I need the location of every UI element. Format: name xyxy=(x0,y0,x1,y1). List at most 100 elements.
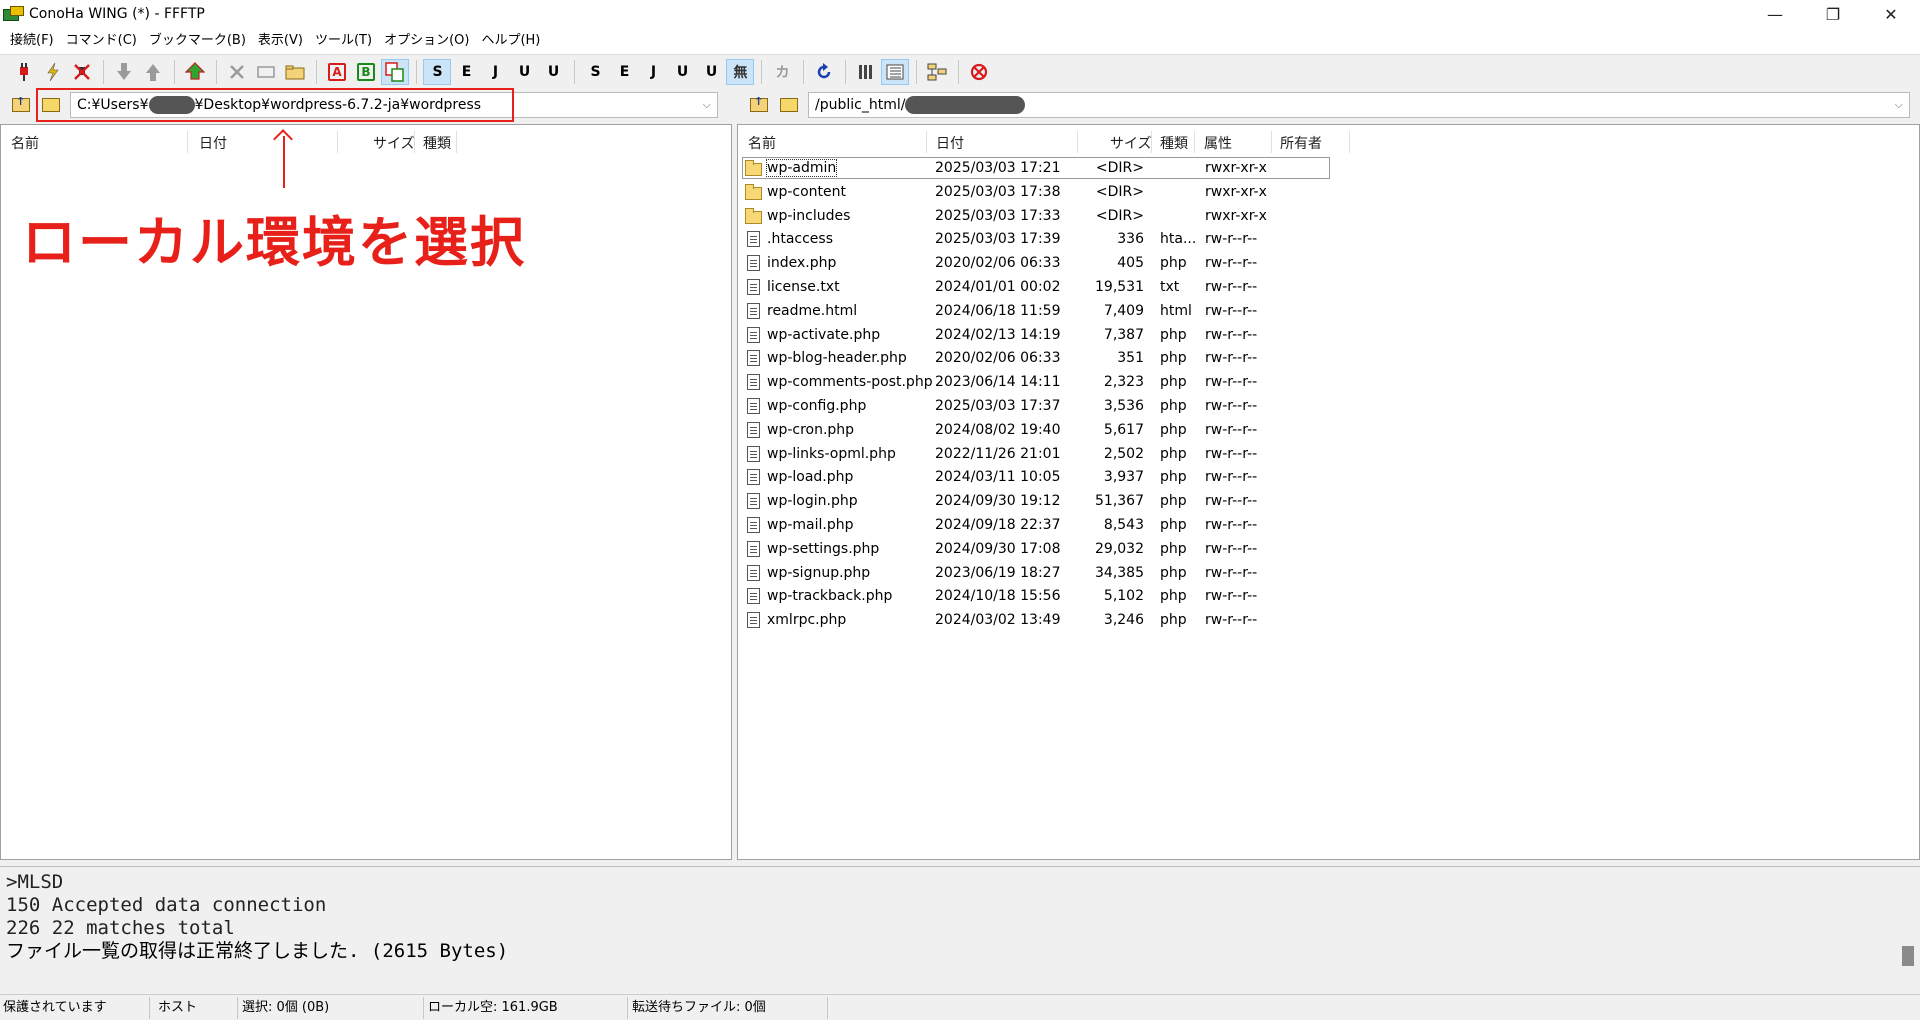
column-divider[interactable] xyxy=(1349,131,1350,153)
disconnect-button[interactable] xyxy=(68,59,96,85)
mirror-upload-button[interactable] xyxy=(181,59,209,85)
column-divider[interactable] xyxy=(926,131,927,153)
maximize-button[interactable]: ❐ xyxy=(1804,0,1862,28)
column-divider[interactable] xyxy=(1194,131,1195,153)
file-attr: rw-r--r-- xyxy=(1205,398,1258,414)
file-row[interactable]: wp-cron.php 2024/08/02 19:40 5,617 php rw-r-… xyxy=(738,419,1919,443)
remote-utf8-button[interactable]: U xyxy=(510,59,538,85)
log-line: 150 Accepted data connection xyxy=(6,894,327,916)
kana-convert-button[interactable]: カ xyxy=(768,59,796,85)
remote-jis-button[interactable]: J xyxy=(481,59,509,85)
file-row[interactable]: wp-admin 2025/03/03 17:21 <DIR> rwxr-xr-x xyxy=(738,157,1919,181)
column-divider[interactable] xyxy=(337,131,338,153)
log-scrollbar-thumb[interactable] xyxy=(1902,946,1914,966)
binary-mode-icon: B xyxy=(357,62,375,81)
local-col-size[interactable]: サイズ xyxy=(373,133,415,153)
column-divider[interactable] xyxy=(1271,131,1272,153)
file-row[interactable]: wp-links-opml.php 2022/11/26 21:01 2,502 ph… xyxy=(738,443,1919,467)
local-jis-button[interactable]: J xyxy=(639,59,667,85)
menu-bookmark[interactable]: ブックマーク(B) xyxy=(143,28,252,54)
close-button[interactable]: ✕ xyxy=(1862,0,1920,28)
upload-button[interactable] xyxy=(139,59,167,85)
local-col-name[interactable]: 名前 xyxy=(11,133,39,153)
local-utf8-button[interactable]: U xyxy=(668,59,696,85)
file-row[interactable]: wp-activate.php 2024/02/13 14:19 7,387 php r… xyxy=(738,324,1919,348)
local-parent-folder-button[interactable] xyxy=(8,93,34,117)
detail-view-button[interactable] xyxy=(881,58,909,85)
delete-button[interactable] xyxy=(223,59,251,85)
file-row[interactable]: wp-settings.php 2024/09/30 17:08 29,032 php… xyxy=(738,538,1919,562)
remote-col-name[interactable]: 名前 xyxy=(748,133,776,153)
column-divider[interactable] xyxy=(1151,131,1152,153)
local-euc-button[interactable]: E xyxy=(610,59,638,85)
column-divider[interactable] xyxy=(1077,131,1078,153)
file-row[interactable]: wp-login.php 2024/09/30 19:12 51,367 php rw-… xyxy=(738,490,1919,514)
mkdir-button[interactable] xyxy=(281,59,309,85)
local-sjis-button[interactable]: S xyxy=(581,59,609,85)
local-utf8bom-button[interactable]: U xyxy=(697,59,725,85)
file-attr: rw-r--r-- xyxy=(1205,469,1258,486)
file-row[interactable]: .htaccess 2025/03/03 17:39 336 hta... rw-r--… xyxy=(738,228,1919,252)
column-divider[interactable] xyxy=(456,131,457,153)
auto-mode-button[interactable] xyxy=(381,58,409,85)
remote-parent-folder-button[interactable] xyxy=(746,93,772,117)
remote-file-list[interactable]: 名前 日付 サイズ 種類 属性 所有者 wp-admin 2025/03/03 1… xyxy=(737,124,1920,860)
list-view-button[interactable] xyxy=(852,59,880,85)
file-row[interactable]: readme.html 2024/06/18 11:59 7,409 html rw-r… xyxy=(738,300,1919,324)
file-row[interactable]: wp-config.php 2025/03/03 17:37 3,536 php rw-… xyxy=(738,395,1919,419)
no-convert-icon: 無 xyxy=(733,64,748,81)
file-row[interactable]: wp-signup.php 2023/06/19 18:27 34,385 php rw… xyxy=(738,562,1919,586)
remote-col-type[interactable]: 種類 xyxy=(1160,133,1188,153)
binary-mode-button[interactable]: B xyxy=(352,59,380,85)
menu-help[interactable]: ヘルプ(H) xyxy=(475,28,546,54)
file-name: wp-settings.php xyxy=(767,540,880,557)
toolbar-separator xyxy=(174,59,175,84)
file-row[interactable]: license.txt 2024/01/01 00:02 19,531 txt rw-r… xyxy=(738,276,1919,300)
remote-col-attr[interactable]: 属性 xyxy=(1204,133,1232,153)
remote-col-date[interactable]: 日付 xyxy=(936,133,964,153)
remote-sjis-button[interactable]: S xyxy=(423,58,451,85)
file-name: wp-admin xyxy=(765,159,838,177)
menu-view[interactable]: 表示(V) xyxy=(252,28,309,54)
quick-connect-button[interactable] xyxy=(39,59,67,85)
log-panel[interactable]: >MLSD 150 Accepted data connection 226 2… xyxy=(0,866,1920,988)
menu-tools[interactable]: ツール(T) xyxy=(309,28,378,54)
remote-utf8bom-button[interactable]: U xyxy=(539,59,567,85)
menu-connect[interactable]: 接続(F) xyxy=(4,28,60,54)
file-row[interactable]: index.php 2020/02/06 06:33 405 php rw-r--r-- xyxy=(738,252,1919,276)
local-col-type[interactable]: 種類 xyxy=(423,133,451,153)
download-button[interactable] xyxy=(110,59,138,85)
remote-col-owner[interactable]: 所有者 xyxy=(1280,133,1322,153)
directory-sync-button[interactable] xyxy=(923,59,951,85)
file-row[interactable]: xmlrpc.php 2024/03/02 13:49 3,246 php rw-r--… xyxy=(738,609,1919,633)
file-attr: rw-r--r-- xyxy=(1205,421,1258,438)
ascii-mode-button[interactable]: A xyxy=(323,59,351,85)
log-line: ファイル一覧の取得は正常終了しました. (2615 Bytes) xyxy=(6,940,509,962)
column-divider[interactable] xyxy=(414,131,415,153)
file-row[interactable]: wp-includes 2025/03/03 17:33 <DIR> rwxr-xr-… xyxy=(738,205,1919,229)
chevron-down-icon[interactable]: ⌵ xyxy=(703,98,711,112)
menu-command[interactable]: コマンド(C) xyxy=(60,28,143,54)
remote-col-size[interactable]: サイズ xyxy=(1110,133,1152,153)
minimize-button[interactable]: — xyxy=(1746,0,1804,28)
file-row[interactable]: wp-comments-post.php 2023/06/14 14:11 2,32… xyxy=(738,371,1919,395)
local-col-date[interactable]: 日付 xyxy=(199,133,227,153)
remote-open-folder-button[interactable] xyxy=(776,93,802,117)
connect-button[interactable] xyxy=(10,59,38,85)
file-row[interactable]: wp-content 2025/03/03 17:38 <DIR> rwxr-xr-x xyxy=(738,181,1919,205)
list-view-icon xyxy=(859,64,872,79)
file-row[interactable]: wp-trackback.php 2024/10/18 15:56 5,102 php… xyxy=(738,585,1919,609)
menu-options[interactable]: オプション(O) xyxy=(378,28,475,54)
remote-path-input[interactable]: /public_html/ ⌵ xyxy=(808,92,1910,118)
file-row[interactable]: wp-load.php 2024/03/11 10:05 3,937 php rw-r-… xyxy=(738,466,1919,490)
abort-button[interactable] xyxy=(965,59,993,85)
no-convert-button[interactable]: 無 xyxy=(726,58,754,85)
column-divider[interactable] xyxy=(187,131,188,153)
remote-euc-button[interactable]: E xyxy=(452,59,480,85)
file-row[interactable]: wp-blog-header.php 2020/02/06 06:33 351 php… xyxy=(738,347,1919,371)
refresh-button[interactable] xyxy=(810,59,838,85)
file-row[interactable]: wp-mail.php 2024/09/18 22:37 8,543 php rw-r-… xyxy=(738,514,1919,538)
chevron-down-icon[interactable]: ⌵ xyxy=(1895,98,1903,112)
rename-button[interactable] xyxy=(252,59,280,85)
file-size: 351 xyxy=(1117,350,1144,367)
